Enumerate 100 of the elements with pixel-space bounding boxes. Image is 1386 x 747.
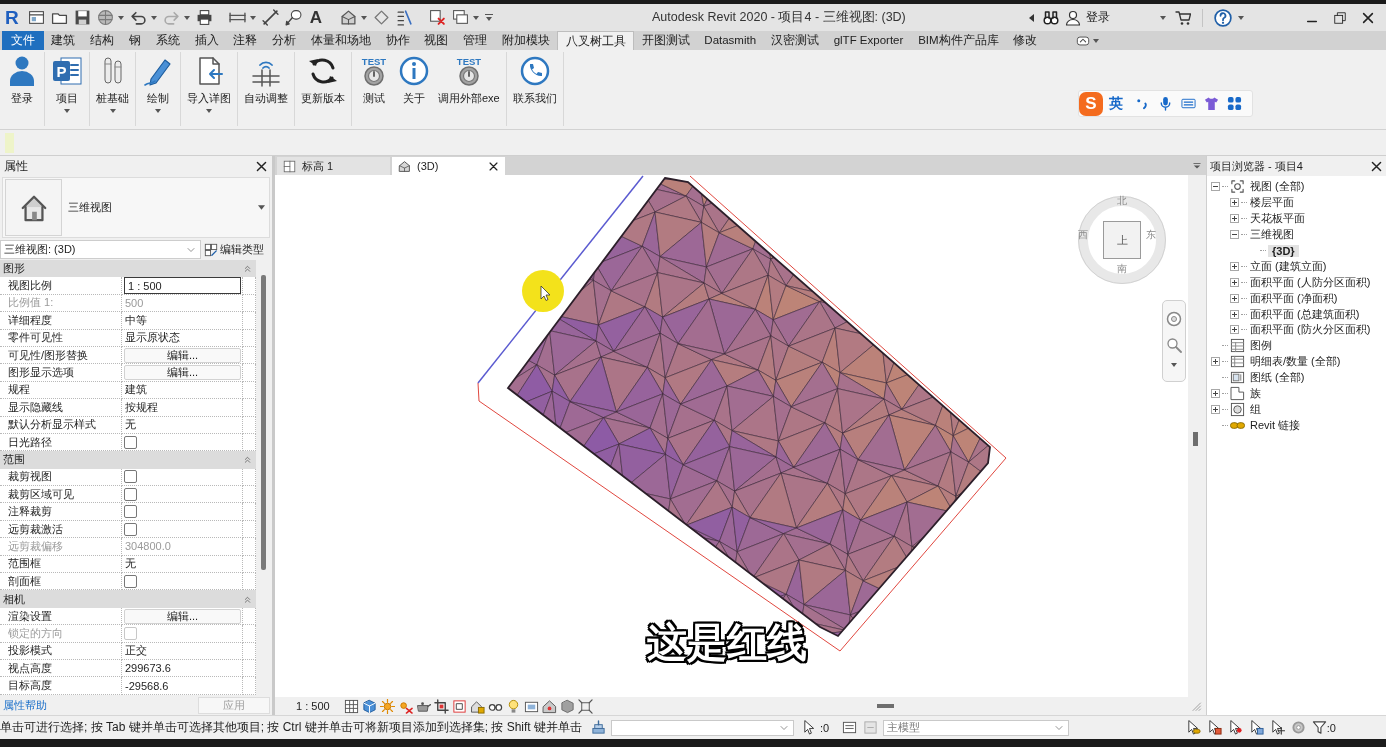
app-logo[interactable]: R	[5, 7, 19, 28]
ribbon-button[interactable]: TEST 测试	[354, 52, 394, 105]
window-icon[interactable]	[27, 9, 45, 26]
caret-icon[interactable]	[150, 15, 157, 20]
expand-icon[interactable]	[1211, 389, 1220, 398]
close-icon[interactable]	[488, 160, 499, 172]
callout-icon[interactable]	[284, 9, 302, 26]
pointer-face-icon[interactable]	[1248, 720, 1264, 735]
stack-icon[interactable]	[591, 720, 607, 735]
ribbon-button[interactable]: TEST 调用外部exe	[434, 52, 504, 105]
help-icon[interactable]	[1214, 8, 1232, 27]
ribbon-tab[interactable]: 视图	[417, 31, 456, 50]
grid-icon[interactable]	[343, 698, 359, 714]
cube-face[interactable]: 上	[1103, 221, 1141, 259]
dimension-icon[interactable]	[261, 9, 279, 26]
lines-box-icon[interactable]	[842, 720, 858, 735]
scrollbar-thumb[interactable]	[1193, 432, 1198, 446]
save-icon[interactable]	[73, 9, 91, 26]
user-icon[interactable]	[1065, 9, 1081, 26]
cube-icon[interactable]	[361, 698, 377, 714]
shirt-icon[interactable]	[1204, 96, 1219, 111]
edit-button[interactable]: 编辑...	[124, 347, 241, 363]
tree-item[interactable]: 图例	[1249, 338, 1273, 354]
scrollbar-thumb[interactable]	[261, 275, 266, 570]
expand-icon[interactable]	[1230, 214, 1239, 224]
pointer-layers-icon[interactable]	[1206, 720, 1222, 735]
ribbon-tab[interactable]: 分析	[264, 31, 304, 50]
ribbon-tab[interactable]: glTF Exporter	[826, 31, 911, 50]
customize-caret-icon[interactable]	[485, 14, 493, 21]
view-tab[interactable]: (3D)	[392, 157, 505, 175]
crop-icon[interactable]	[433, 698, 449, 714]
checkbox[interactable]	[124, 574, 137, 588]
ribbon-tab[interactable]: 汉密测试	[763, 31, 827, 50]
windows-icon[interactable]	[452, 9, 469, 26]
checkbox[interactable]	[124, 487, 137, 501]
ribbon-button[interactable]: 关于	[394, 52, 434, 105]
caret-icon[interactable]	[473, 15, 479, 20]
expand-icon[interactable]	[1211, 404, 1220, 414]
expand-icon[interactable]	[1230, 261, 1239, 271]
ribbon-tab[interactable]: BIM构件产品库	[910, 31, 1006, 50]
tree-item[interactable]: 面积平面 (净面积)	[1249, 290, 1339, 306]
ribbon-tab[interactable]: 管理	[455, 31, 495, 50]
ribbon-tab[interactable]: 附加模块	[494, 31, 558, 50]
ribbon-tab[interactable]: 协作	[378, 31, 418, 50]
tree-item[interactable]: 组	[1249, 401, 1262, 417]
tree-item[interactable]: Revit 链接	[1249, 417, 1302, 433]
collapse-icon[interactable]	[1230, 230, 1239, 240]
checkbox[interactable]	[124, 435, 137, 449]
pointer-link-icon[interactable]	[1185, 720, 1201, 735]
tree-item[interactable]: 族	[1249, 386, 1262, 401]
binoculars-icon[interactable]	[1043, 9, 1059, 26]
scrollbar-thumb[interactable]	[877, 704, 895, 708]
undo-icon[interactable]	[129, 9, 147, 26]
thin-lines-icon[interactable]	[396, 9, 413, 26]
expand-icon[interactable]	[1211, 357, 1220, 367]
ribbon-tab[interactable]: 体量和场地	[303, 31, 379, 50]
viewport[interactable]: 北 东 南 西 上 这是红线	[275, 175, 1188, 697]
tree-item[interactable]: 面积平面 (防火分区面积)	[1249, 322, 1372, 338]
ribbon-toggle-icon[interactable]	[1074, 34, 1091, 48]
tree-item[interactable]: {3D}	[1268, 244, 1299, 257]
sign-in-link[interactable]: 登录	[1086, 9, 1110, 26]
ribbon-button[interactable]: 绘制	[138, 52, 178, 113]
ribbon-button[interactable]: 导入详图	[183, 52, 235, 113]
tree-item[interactable]: 图纸 (全部)	[1249, 370, 1306, 386]
tree-item[interactable]: 立面 (建筑立面)	[1249, 258, 1328, 274]
tree-item[interactable]: 面积平面 (总建筑面积)	[1249, 306, 1361, 322]
ribbon-tab[interactable]: 结构	[82, 31, 122, 50]
help-link[interactable]: 属性帮助	[3, 698, 47, 713]
instance-dropdown[interactable]: 三维视图: (3D)	[0, 240, 201, 259]
view-cube[interactable]: 北 东 南 西 上	[1078, 196, 1166, 284]
crop-frame-icon[interactable]	[451, 698, 467, 714]
tree-item[interactable]: 楼层平面	[1249, 195, 1295, 211]
ribbon-button[interactable]: 自动调整	[240, 52, 292, 105]
expand-icon[interactable]	[1230, 325, 1239, 335]
close-icon[interactable]	[255, 159, 268, 173]
caret-icon[interactable]	[258, 205, 265, 210]
sun-icon[interactable]	[379, 698, 395, 714]
close-icon[interactable]	[1370, 159, 1383, 173]
keyboard-icon[interactable]	[1181, 96, 1196, 111]
view-tab[interactable]: 标高 1	[277, 157, 390, 175]
expand-icon[interactable]	[1230, 277, 1239, 287]
globe-icon[interactable]	[96, 9, 114, 26]
expand-icon[interactable]	[1230, 198, 1239, 208]
workset-dropdown[interactable]: 主模型	[883, 719, 1070, 736]
ribbon-tab[interactable]: 注释	[225, 31, 265, 50]
checkbox[interactable]	[124, 522, 137, 536]
ribbon-button[interactable]: 联系我们	[508, 52, 561, 105]
collapse-icon[interactable]	[1211, 182, 1220, 192]
punctuation-icon[interactable]	[1135, 96, 1150, 111]
dropdown-icon[interactable]	[1192, 161, 1202, 171]
left-arrow-icon[interactable]	[1029, 13, 1034, 22]
frame-arrows-icon[interactable]	[577, 698, 593, 714]
ime-mode-toggle[interactable]: 英	[1109, 94, 1123, 113]
text-tool-button[interactable]: A	[309, 7, 322, 28]
edit-type-button[interactable]: 编辑类型	[204, 242, 264, 257]
compass-label[interactable]: 东	[1146, 230, 1156, 240]
caret-icon[interactable]	[117, 15, 124, 20]
caret-icon[interactable]	[1171, 363, 1177, 367]
ribbon-tab[interactable]: 文件	[2, 31, 44, 50]
dropdown-field[interactable]	[611, 719, 795, 736]
